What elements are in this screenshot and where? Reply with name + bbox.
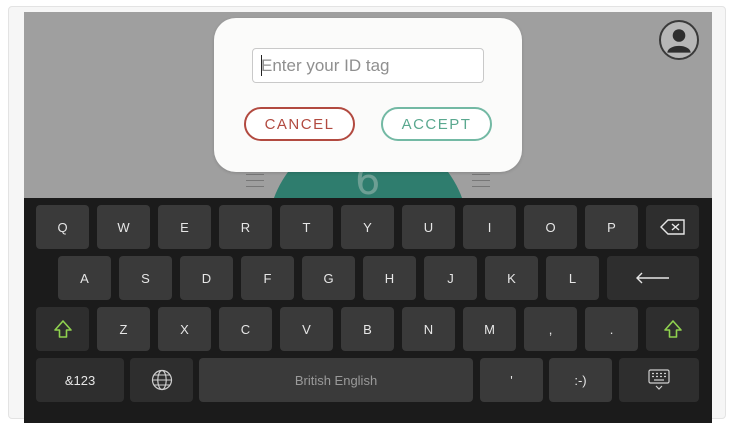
space-bar-label: British English	[294, 372, 378, 388]
key-r[interactable]: R	[219, 205, 272, 249]
key-z[interactable]: Z	[97, 307, 150, 351]
key-comma[interactable]: ,	[524, 307, 577, 351]
key-q[interactable]: Q	[36, 205, 89, 249]
key-t[interactable]: T	[280, 205, 333, 249]
language-key[interactable]	[130, 358, 193, 402]
key-k[interactable]: K	[485, 256, 538, 300]
on-screen-keyboard: Q W E R T Y U I O P A S D F G H J K L Z …	[24, 198, 712, 423]
key-smiley[interactable]: :-)	[549, 358, 612, 402]
backspace-icon	[659, 219, 685, 235]
key-u[interactable]: U	[402, 205, 455, 249]
key-p[interactable]: P	[585, 205, 638, 249]
accept-button[interactable]: ACCEPT	[381, 107, 492, 141]
screen: 6 CANCEL ACCEPT Q W E R T Y U I O P	[24, 12, 712, 423]
id-tag-input[interactable]	[252, 48, 484, 83]
symbols-key[interactable]: &123	[36, 358, 124, 402]
key-h[interactable]: H	[363, 256, 416, 300]
key-v[interactable]: V	[280, 307, 333, 351]
key-o[interactable]: O	[524, 205, 577, 249]
shift-key-left[interactable]	[36, 307, 89, 351]
key-e[interactable]: E	[158, 205, 211, 249]
key-i[interactable]: I	[463, 205, 516, 249]
globe-icon	[151, 369, 172, 391]
space-bar[interactable]: British English	[199, 358, 473, 402]
key-g[interactable]: G	[302, 256, 355, 300]
key-s[interactable]: S	[119, 256, 172, 300]
text-caret	[261, 55, 262, 76]
key-f[interactable]: F	[241, 256, 294, 300]
key-b[interactable]: B	[341, 307, 394, 351]
key-y[interactable]: Y	[341, 205, 394, 249]
id-tag-dialog: CANCEL ACCEPT	[214, 18, 522, 172]
hide-keyboard-key[interactable]	[619, 358, 699, 402]
key-m[interactable]: M	[463, 307, 516, 351]
shift-icon	[53, 320, 72, 338]
backspace-key[interactable]	[646, 205, 699, 249]
key-n[interactable]: N	[402, 307, 455, 351]
key-w[interactable]: W	[97, 205, 150, 249]
key-j[interactable]: J	[424, 256, 477, 300]
key-x[interactable]: X	[158, 307, 211, 351]
key-apostrophe[interactable]: '	[480, 358, 543, 402]
key-c[interactable]: C	[219, 307, 272, 351]
keyboard-hide-icon	[648, 369, 670, 390]
dial-tick	[472, 174, 490, 175]
key-a[interactable]: A	[58, 256, 111, 300]
dial-tick	[246, 180, 264, 181]
key-l[interactable]: L	[546, 256, 599, 300]
shift-key-right[interactable]	[646, 307, 699, 351]
dial-tick	[472, 180, 490, 181]
enter-key[interactable]	[607, 256, 699, 300]
cancel-button[interactable]: CANCEL	[244, 107, 355, 141]
key-period[interactable]: .	[585, 307, 638, 351]
dial-tick	[472, 186, 490, 187]
key-d[interactable]: D	[180, 256, 233, 300]
enter-icon	[636, 272, 669, 284]
shift-icon	[663, 320, 682, 338]
dial-tick	[246, 174, 264, 175]
dial-tick	[246, 186, 264, 187]
user-avatar-icon[interactable]	[659, 20, 699, 60]
app-background: 6 CANCEL ACCEPT	[24, 12, 712, 332]
